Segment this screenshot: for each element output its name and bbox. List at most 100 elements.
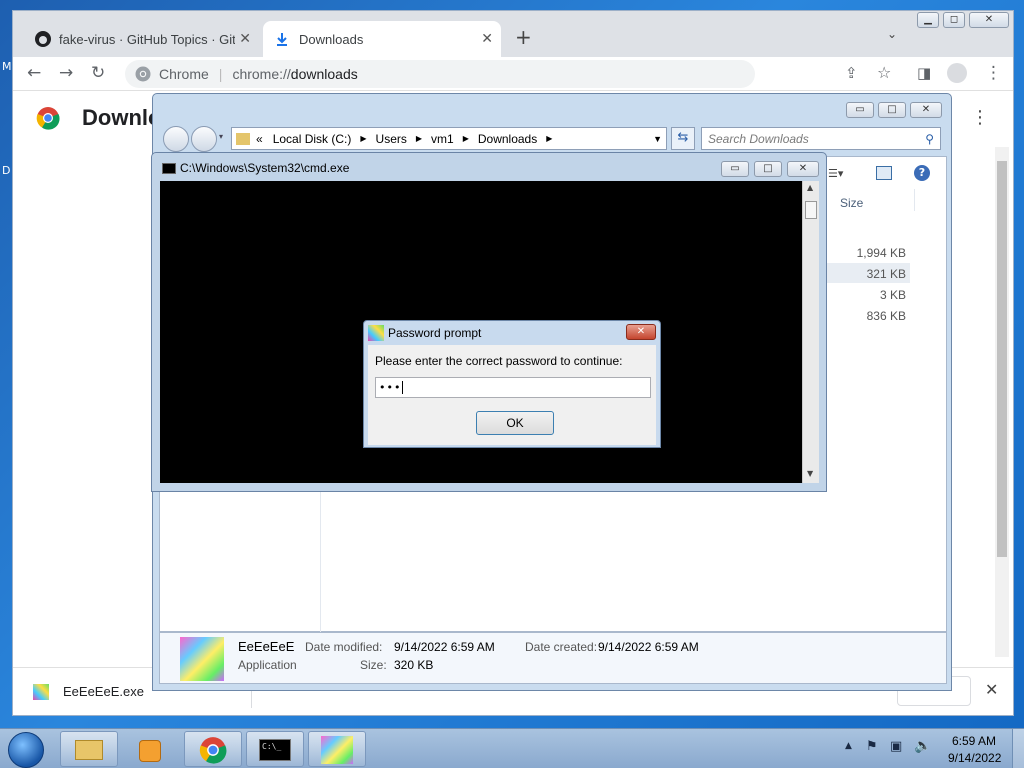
chevron-down-icon[interactable]: ▼ [653, 134, 662, 144]
chevron-down-icon[interactable]: ▾ [219, 132, 223, 141]
omnibox[interactable]: Chrome | chrome://downloads [125, 60, 755, 88]
password-value: ••• [379, 381, 402, 394]
chevron-right-icon[interactable]: ▶ [546, 134, 552, 143]
breadcrumb-item[interactable]: Local Disk (C:) [273, 132, 352, 146]
taskbar-cmd[interactable]: C:\_ [246, 731, 304, 767]
details-file-name: EeEeEeE [238, 639, 295, 654]
show-desktop-button[interactable] [1012, 729, 1024, 768]
github-icon [35, 31, 51, 47]
cmd-icon: C:\_ [259, 739, 291, 761]
file-size-cell: 3 KB [879, 288, 906, 302]
exe-file-icon [33, 684, 49, 700]
scrollbar[interactable] [995, 147, 1009, 657]
chevron-right-icon[interactable]: ▶ [360, 134, 366, 143]
search-placeholder: Search Downloads [708, 131, 809, 146]
show-hidden-icons[interactable]: ▲ [845, 741, 852, 751]
profile-avatar-icon[interactable] [947, 63, 967, 83]
taskbar-explorer[interactable] [60, 731, 118, 767]
scrollbar[interactable]: ▲ ▼ [802, 181, 819, 483]
reload-icon[interactable]: ↻ [91, 63, 105, 83]
chevron-down-icon[interactable]: ⌄ [887, 27, 897, 41]
side-panel-icon[interactable]: ◨ [917, 63, 931, 83]
details-file-type: Application [238, 658, 297, 672]
help-icon[interactable]: ? [914, 165, 930, 181]
taskbar-media-player[interactable] [122, 731, 180, 767]
desktop-icon-label[interactable]: D [2, 164, 10, 177]
menu-dots-icon[interactable]: ⋮ [971, 107, 989, 128]
share-icon[interactable]: ⇪ [845, 63, 858, 83]
scrollbar-thumb[interactable] [997, 161, 1007, 557]
close-button[interactable]: ✕ [626, 324, 656, 340]
speaker-icon[interactable]: 🔈 [914, 738, 931, 754]
close-icon[interactable]: ✕ [985, 680, 998, 699]
tab-downloads[interactable]: Downloads ✕ [263, 21, 501, 57]
file-size-cell: 836 KB [866, 309, 906, 323]
url-prefix: chrome:// [232, 66, 291, 82]
tab-title: fake-virus · GitHub Topics · GitHub [59, 31, 235, 47]
close-button[interactable]: ✕ [969, 12, 1009, 28]
back-button[interactable] [163, 126, 189, 152]
scrollbar-thumb[interactable] [805, 201, 817, 219]
taskbar-eeeeeee[interactable] [308, 731, 366, 767]
folder-icon [236, 132, 250, 145]
breadcrumb-item[interactable]: Downloads [478, 132, 537, 146]
view-options-icon[interactable]: ☰▾ [828, 167, 843, 180]
details-modified-label: Date modified: [305, 640, 383, 654]
minimize-button[interactable]: ▭ [721, 161, 749, 177]
forward-arrow-icon[interactable]: → [59, 63, 73, 83]
password-field[interactable]: ••• [375, 377, 651, 398]
tab-strip: fake-virus · GitHub Topics · GitHub ✕ Do… [13, 11, 1013, 57]
chevron-right-icon[interactable]: ▶ [416, 134, 422, 143]
close-button[interactable]: ✕ [910, 102, 942, 118]
column-header-size[interactable]: Size [840, 196, 863, 210]
ok-button[interactable]: OK [476, 411, 554, 435]
password-dialog: Password prompt ✕ Please enter the corre… [363, 320, 661, 448]
address-bar[interactable]: « Local Disk (C:) ▶ Users ▶ vm1 ▶ Downlo… [231, 127, 667, 150]
preview-pane-icon[interactable] [876, 166, 892, 180]
search-icon: ⚲ [925, 131, 934, 146]
back-arrow-icon[interactable]: ← [27, 63, 41, 83]
details-pane: EeEeEeE Application Date modified: 9/14/… [159, 632, 947, 684]
star-icon[interactable]: ☆ [877, 63, 891, 83]
refresh-icon[interactable]: ⇆ [671, 127, 695, 150]
maximize-button[interactable]: □ [878, 102, 906, 118]
details-size-label: Size: [360, 658, 387, 672]
scroll-up-icon[interactable]: ▲ [807, 183, 813, 192]
start-button[interactable] [8, 732, 44, 768]
breadcrumb-item[interactable]: vm1 [431, 132, 454, 146]
breadcrumb-prefix[interactable]: « [256, 132, 263, 146]
search-input[interactable]: Search Downloads ⚲ [701, 127, 941, 150]
tab-github[interactable]: fake-virus · GitHub Topics · GitHub ✕ [23, 21, 259, 57]
action-center-icon[interactable]: ⚑ [866, 739, 878, 754]
menu-dots-icon[interactable]: ⋮ [985, 63, 1002, 83]
window-title: C:\Windows\System32\cmd.exe [180, 161, 350, 175]
minimize-button[interactable]: ▁ [917, 12, 939, 28]
network-icon[interactable]: ▣ [890, 739, 902, 754]
site-chip-label: Chrome [159, 66, 209, 82]
download-icon [277, 33, 287, 46]
clock-date[interactable]: 9/14/2022 [948, 751, 1001, 765]
dialog-title: Password prompt [388, 326, 482, 340]
forward-button[interactable] [191, 126, 217, 152]
file-size-cell: 1,994 KB [856, 246, 906, 260]
maximize-button[interactable]: ◻ [943, 12, 965, 28]
close-tab-icon[interactable]: ✕ [239, 30, 251, 47]
cmd-icon [162, 163, 176, 174]
taskbar: C:\_ ▲ ⚑ ▣ 🔈 6:59 AM 9/14/2022 [0, 728, 1024, 768]
desktop-icon-label[interactable]: M [2, 60, 12, 73]
clock-time[interactable]: 6:59 AM [952, 734, 996, 748]
exe-file-icon [321, 736, 353, 764]
details-created-label: Date created: [525, 640, 598, 654]
new-tab-button[interactable]: + [515, 25, 532, 49]
download-item-name[interactable]: EeEeEeE.exe [63, 684, 144, 699]
scroll-down-icon[interactable]: ▼ [807, 469, 813, 478]
minimize-button[interactable]: ▭ [846, 102, 874, 118]
breadcrumb-item[interactable]: Users [376, 132, 407, 146]
taskbar-chrome[interactable] [184, 731, 242, 767]
close-tab-icon[interactable]: ✕ [481, 30, 493, 47]
close-button[interactable]: ✕ [787, 161, 819, 177]
chevron-right-icon[interactable]: ▶ [463, 134, 469, 143]
column-divider[interactable] [914, 189, 915, 211]
maximize-button[interactable]: □ [754, 161, 782, 177]
details-created-value: 9/14/2022 6:59 AM [598, 640, 699, 654]
